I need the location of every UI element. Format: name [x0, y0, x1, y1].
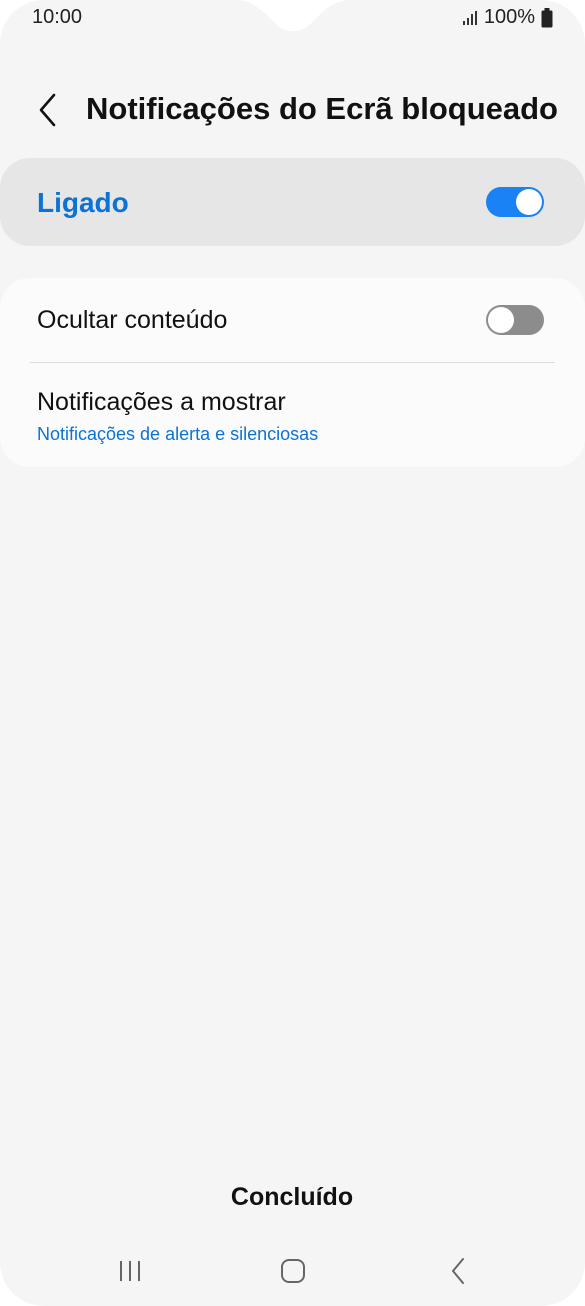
recent-apps-button[interactable]	[106, 1254, 154, 1288]
phone-screen: 10:00 100% Notificações do Ecrã bloquead…	[0, 0, 585, 1306]
toggle-knob	[488, 307, 514, 333]
battery-icon	[541, 7, 553, 28]
hide-content-toggle[interactable]	[486, 305, 544, 335]
master-switch-row[interactable]: Ligado	[0, 158, 585, 246]
back-icon	[452, 1258, 464, 1284]
notifications-to-show-row[interactable]: Notificações a mostrar Notificações de a…	[0, 364, 585, 467]
settings-card: Ocultar conteúdo Notificações a mostrar …	[0, 278, 585, 467]
toggle-knob	[516, 189, 542, 215]
notifications-to-show-label: Notificações a mostrar	[37, 388, 286, 416]
navigation-bar	[0, 1240, 585, 1300]
master-switch-label: Ligado	[37, 187, 129, 218]
done-button[interactable]: Concluído	[192, 1172, 392, 1222]
notifications-to-show-value: Notificações de alerta e silenciosas	[37, 424, 319, 444]
battery-percent: 100%	[483, 6, 535, 28]
status-bar: 10:00 100%	[0, 0, 585, 40]
master-toggle-switch[interactable]	[486, 187, 544, 217]
signal-icon	[462, 10, 478, 26]
status-time: 10:00	[32, 6, 83, 28]
hide-content-row[interactable]: Ocultar conteúdo	[0, 278, 585, 363]
chevron-left-icon	[39, 93, 56, 127]
app-header: Notificações do Ecrã bloqueado	[0, 78, 585, 142]
home-button[interactable]	[269, 1254, 317, 1288]
status-indicators: 100%	[462, 6, 553, 29]
home-icon	[281, 1259, 305, 1283]
nav-back-button[interactable]	[434, 1254, 482, 1288]
page-title: Notificações do Ecrã bloqueado	[86, 91, 558, 126]
hide-content-label: Ocultar conteúdo	[37, 306, 228, 334]
recent-apps-icon	[120, 1261, 140, 1281]
back-button[interactable]	[28, 88, 68, 132]
divider	[30, 362, 555, 363]
